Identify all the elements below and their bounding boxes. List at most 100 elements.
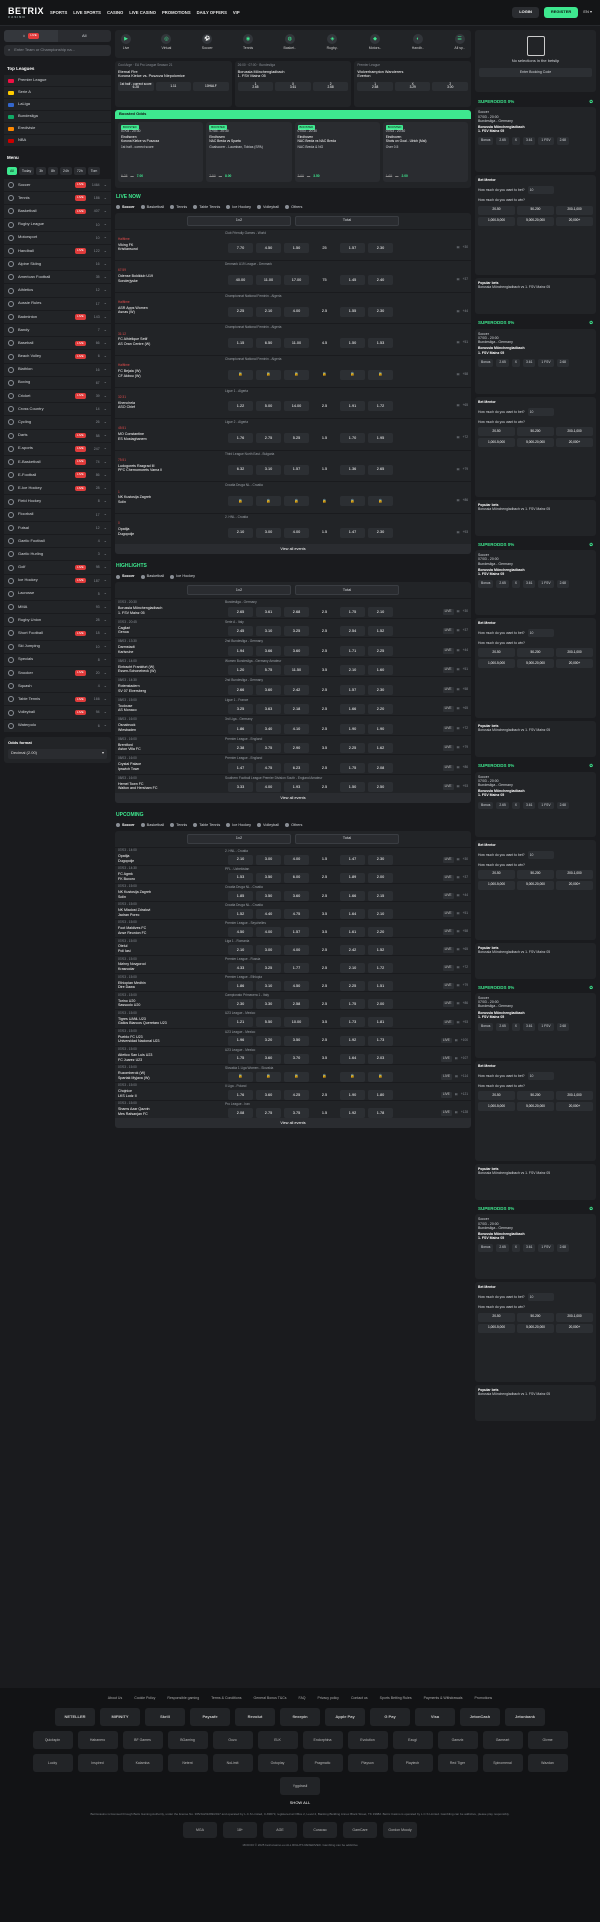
odds-button[interactable]: 3.33 bbox=[228, 782, 253, 793]
popular-bets-card[interactable]: Popular bets Borussia Mönchengladbach vs … bbox=[475, 278, 596, 315]
search-input[interactable]: ⌕ Enter Team or Championship na... bbox=[4, 45, 111, 56]
odds-button[interactable]: Bonus bbox=[478, 580, 494, 589]
odds-button[interactable]: 5.75 bbox=[256, 665, 281, 676]
odds-button[interactable]: 3.66 bbox=[256, 645, 281, 656]
odds-button[interactable]: 2.65 bbox=[496, 1244, 509, 1253]
stats-icon[interactable]: ▤ bbox=[455, 1056, 458, 1061]
odds-button[interactable]: 4.50 bbox=[256, 243, 281, 254]
odds-button[interactable]: 1 FSV bbox=[538, 1022, 554, 1031]
odds-button[interactable]: 1.52 bbox=[368, 626, 393, 637]
odds-button[interactable]: X bbox=[511, 137, 520, 146]
featured-match-card[interactable]: Premier League Wolverhampton Wanderers Eve… bbox=[354, 61, 472, 107]
odds-button[interactable]: 2.20 bbox=[368, 704, 393, 715]
sport-item-specials[interactable]: Specials 8 ⌄ bbox=[4, 653, 111, 667]
odds-button[interactable]: 1.57 bbox=[284, 464, 309, 475]
odds-button[interactable]: 1.47 bbox=[340, 527, 365, 538]
odds-button[interactable]: 1.70 bbox=[340, 432, 365, 443]
odds-button[interactable]: 1 FSV bbox=[538, 1244, 554, 1253]
sport-item-squash[interactable]: Squash 4 ⌄ bbox=[4, 680, 111, 694]
odds-button[interactable]: 1.90 bbox=[368, 723, 393, 734]
sport-item-gaelic-football[interactable]: Gaelic Football 4 ⌄ bbox=[4, 535, 111, 549]
odds-button[interactable]: 4.25 bbox=[284, 1089, 309, 1100]
win-option-button[interactable]: 5,000-20,000 bbox=[517, 216, 554, 226]
match-row[interactable]: 08/03 - 14:00 Eintracht Frankfurt (W) Esse… bbox=[115, 656, 471, 677]
stats-icon[interactable]: ▤ bbox=[457, 911, 460, 916]
odds-button[interactable]: 1.81 bbox=[368, 1017, 393, 1028]
bet-amount-input[interactable]: 10 bbox=[527, 407, 554, 416]
win-option-button[interactable]: 20,000+ bbox=[556, 880, 593, 890]
odds-button[interactable]: 1.66 bbox=[340, 890, 365, 901]
superodds-card[interactable]: Soccer 07/03 - 20:00 Bundesliga - Germany B… bbox=[475, 550, 596, 616]
odds-button[interactable]: 1.21 bbox=[228, 1017, 253, 1028]
odds-button[interactable]: 2.68 bbox=[556, 580, 569, 589]
odds-button[interactable]: 2.25 bbox=[340, 981, 365, 992]
footer-link[interactable]: Privacy policy bbox=[318, 1696, 339, 1700]
footer-link[interactable]: About Us bbox=[108, 1696, 122, 1700]
more-markets[interactable]: +93 bbox=[463, 530, 468, 535]
tab-ice-hockey[interactable]: Ice Hockey bbox=[226, 823, 251, 828]
stats-icon[interactable]: ▤ bbox=[457, 372, 460, 377]
popular-bets-card[interactable]: Popular bets Borussia Mönchengladbach vs … bbox=[475, 942, 596, 979]
sport-shortcut-5[interactable]: ◈ Rugby.. bbox=[327, 34, 338, 54]
stats-icon[interactable]: ▤ bbox=[457, 857, 460, 862]
odds-button[interactable]: 2.10 bbox=[340, 963, 365, 974]
sport-item-tennis[interactable]: Tennis LIVE 186 ⌄ bbox=[4, 192, 111, 206]
odds-button[interactable]: 2.00 bbox=[368, 999, 393, 1010]
more-markets[interactable]: +93 bbox=[463, 785, 468, 789]
footer-link[interactable]: Cookie Policy bbox=[134, 1696, 155, 1700]
language-selector[interactable]: EN ▾ bbox=[583, 9, 592, 15]
odds-button[interactable]: 1.75 bbox=[340, 762, 365, 773]
odds-button[interactable]: 1.64 bbox=[340, 1053, 365, 1064]
odds-button[interactable]: 2.25 bbox=[340, 743, 365, 754]
footer-link[interactable]: Contact us bbox=[351, 1696, 368, 1700]
odds-button[interactable]: X 3.61 bbox=[275, 82, 311, 91]
sport-shortcut-4[interactable]: ◍ Basket.. bbox=[284, 34, 296, 54]
more-markets[interactable]: +58 bbox=[463, 687, 468, 692]
odds-button[interactable]: 2.90 bbox=[284, 743, 309, 754]
market-select-total[interactable]: Total bbox=[295, 215, 399, 226]
stats-icon[interactable]: ▤ bbox=[457, 404, 460, 408]
odds-button[interactable]: 1.52 bbox=[228, 908, 253, 919]
odds-button[interactable]: 2.65 bbox=[496, 137, 509, 146]
odds-button[interactable]: 3.63 bbox=[256, 704, 281, 715]
top-league-item[interactable]: NBA bbox=[4, 135, 111, 148]
odds-button[interactable]: 1.93 bbox=[284, 782, 309, 793]
odds-button[interactable]: 1 FSV bbox=[538, 358, 554, 367]
odds-button[interactable]: 2.65 bbox=[368, 464, 393, 475]
match-row[interactable]: 07/03 - 15:00 Foot Maldives FC Anse Reunio… bbox=[115, 918, 471, 938]
sport-item-e-football[interactable]: E-Football LIVE 86 ⌄ bbox=[4, 469, 111, 483]
tab-soccer[interactable]: Soccer bbox=[116, 574, 135, 579]
odds-button[interactable]: Bonus bbox=[478, 1022, 494, 1031]
sport-item-floorball[interactable]: Floorball 17 ⌄ bbox=[4, 508, 111, 522]
sport-item-e-ice-hockey[interactable]: E-Ice Hockey LIVE 28 ⌄ bbox=[4, 482, 111, 496]
more-markets[interactable]: +86 bbox=[463, 1002, 468, 1006]
odds-button[interactable]: 2.30 bbox=[368, 243, 393, 254]
tab-basketball[interactable]: Basketball bbox=[140, 823, 164, 828]
stats-icon[interactable]: ▤ bbox=[457, 984, 460, 988]
stats-icon[interactable]: ▤ bbox=[457, 707, 460, 711]
nav-link-casino[interactable]: CASINO bbox=[107, 10, 123, 15]
odds-button[interactable]: 1.72 bbox=[368, 401, 393, 412]
stats-icon[interactable]: ▤ bbox=[455, 1110, 458, 1115]
sport-shortcut-6[interactable]: ◆ Motors.. bbox=[369, 34, 381, 54]
stats-icon[interactable]: ▤ bbox=[457, 609, 460, 614]
odds-button[interactable]: 2.45 bbox=[228, 626, 253, 637]
win-option-button[interactable]: 50-200 bbox=[517, 648, 554, 658]
win-option-button[interactable]: 1,000-5,000 bbox=[478, 1102, 515, 1112]
odds-button[interactable]: 4.00 bbox=[284, 854, 309, 865]
odds-button[interactable]: 11.50 bbox=[284, 665, 309, 676]
odds-button[interactable]: 1.64 bbox=[340, 908, 365, 919]
win-option-button[interactable]: 50-200 bbox=[517, 205, 554, 215]
odds-button[interactable]: 1.50 bbox=[340, 338, 365, 349]
odds-button[interactable]: 1.62 bbox=[368, 743, 393, 754]
more-markets[interactable]: +86 bbox=[463, 498, 468, 503]
odds-button[interactable]: 2.30 bbox=[368, 527, 393, 538]
sport-item-beach-volley[interactable]: Beach Volley LIVE 6 ⌄ bbox=[4, 350, 111, 364]
odds-button[interactable]: 🔒 bbox=[368, 496, 393, 507]
odds-button[interactable]: 1.11 bbox=[155, 81, 192, 91]
win-option-button[interactable]: 20,000+ bbox=[556, 437, 593, 447]
more-markets[interactable]: +65 bbox=[463, 947, 468, 952]
odds-button[interactable]: 3.25 bbox=[228, 704, 253, 715]
boosted-card[interactable]: BOOSTED 07/03 - 20:30 Eindhoven NAC Breda v… bbox=[206, 122, 292, 182]
match-row[interactable]: 07/03 - 15:00 Otelul Poli Iasi Liga 1 - Rom… bbox=[115, 937, 471, 956]
